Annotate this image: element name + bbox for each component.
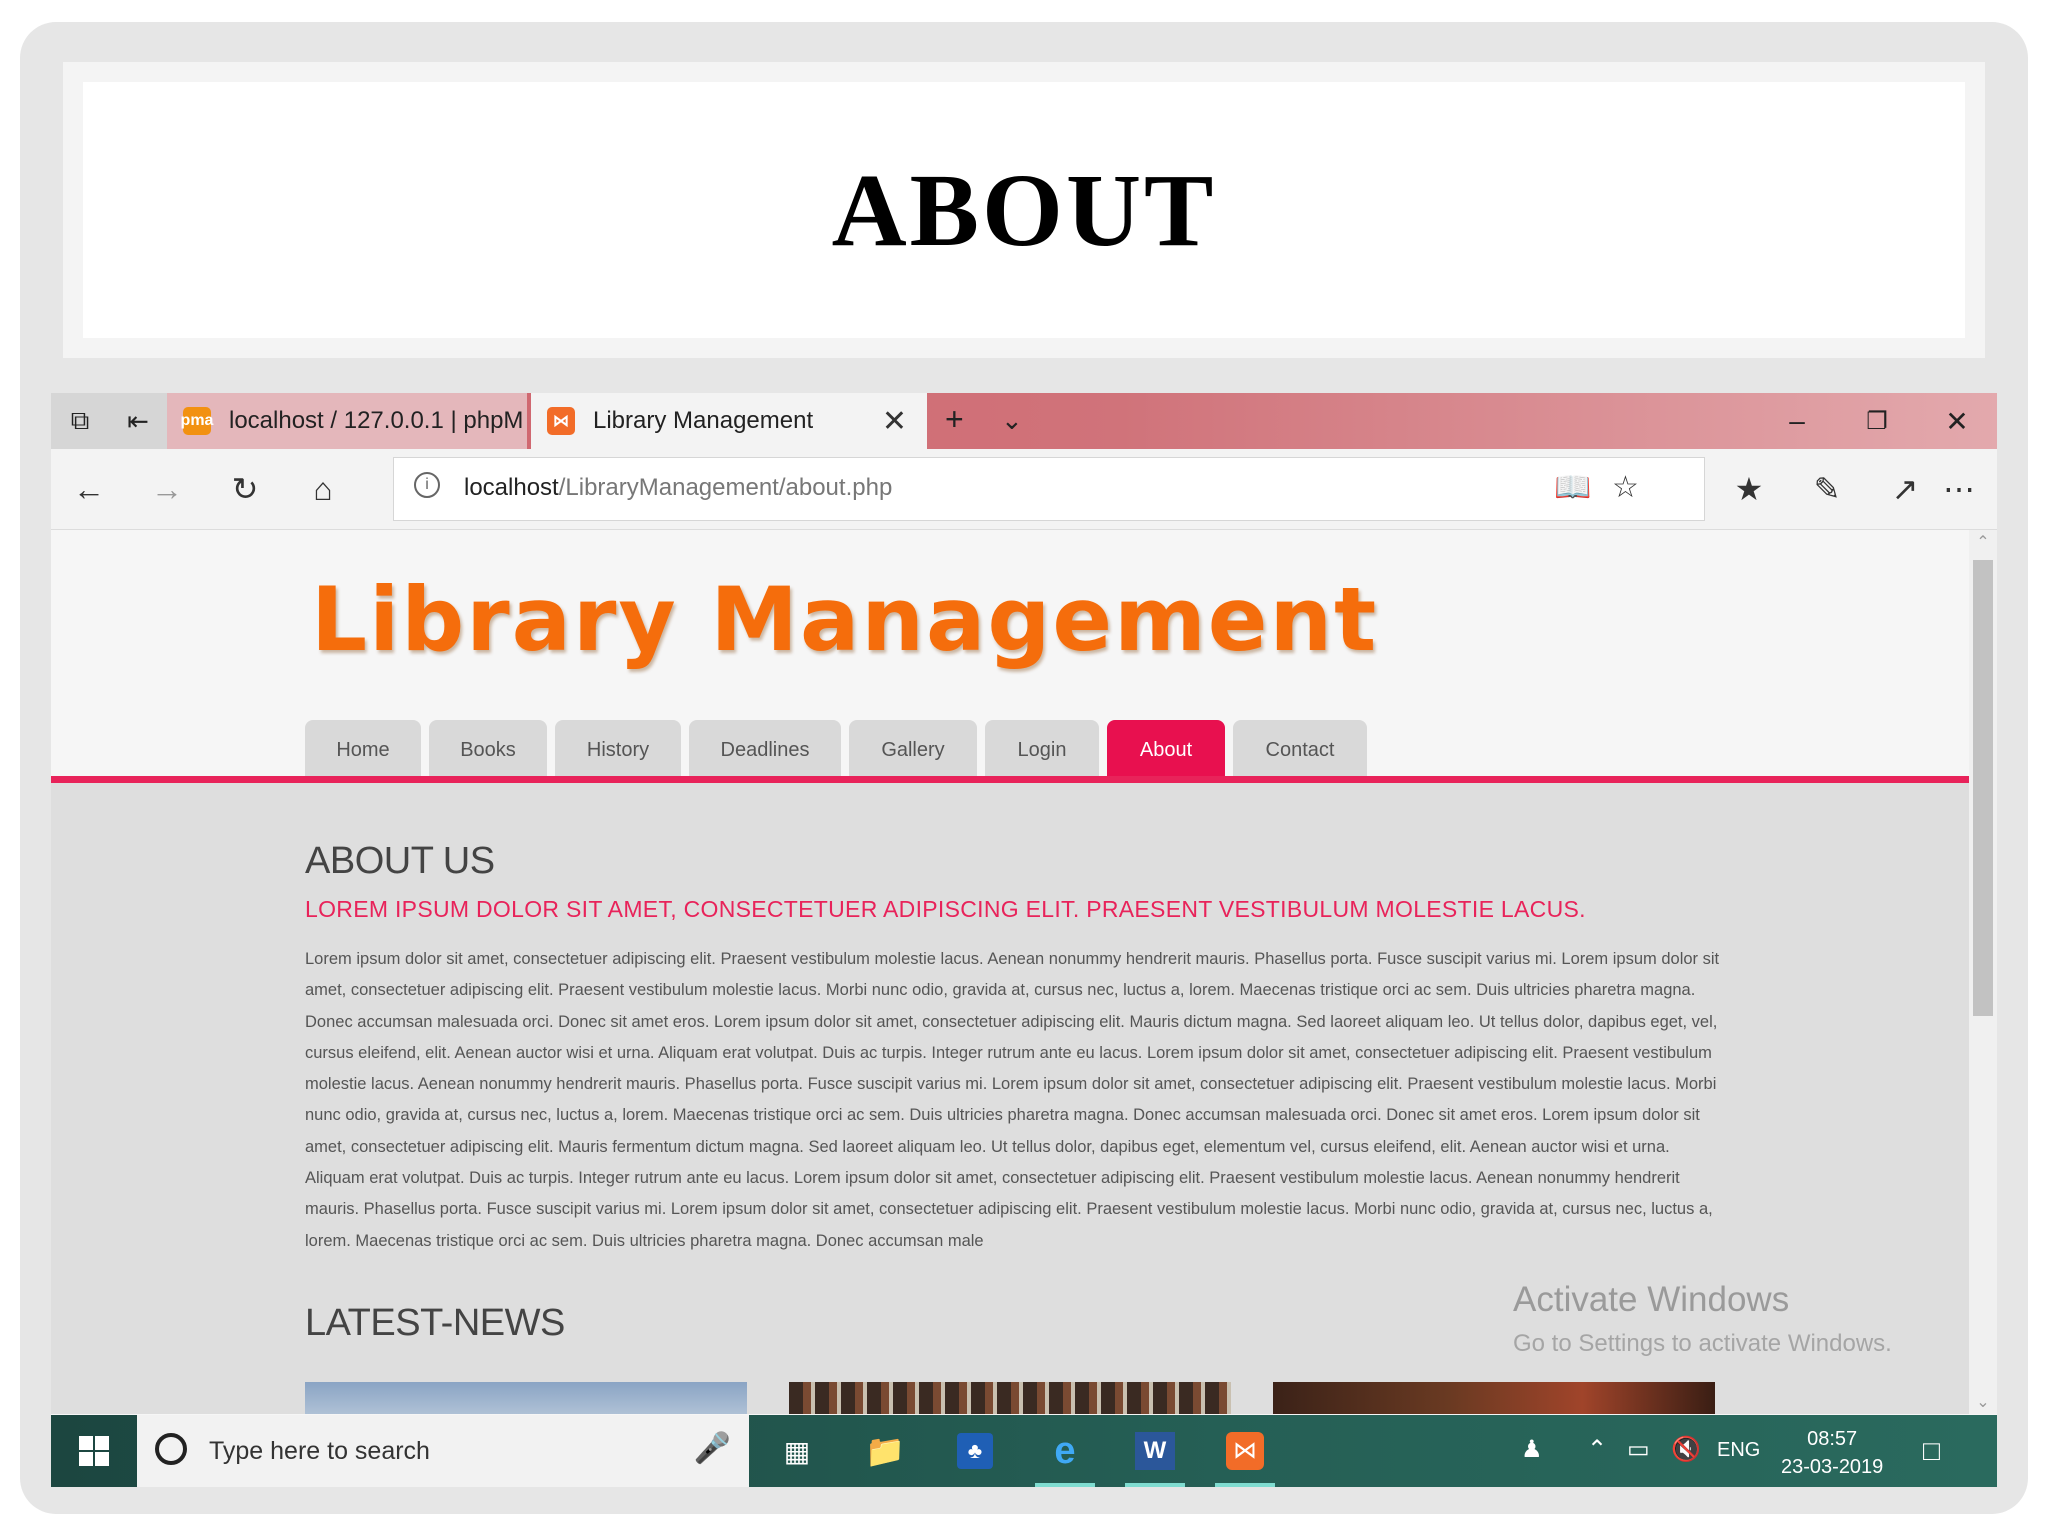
edge-icon[interactable]: e xyxy=(1035,1425,1095,1487)
slide-title-inner: ABOUT xyxy=(83,82,1965,338)
menu-item-deadlines[interactable]: Deadlines xyxy=(689,720,841,780)
address-host: localhost xyxy=(464,474,559,501)
word-icon[interactable]: W xyxy=(1125,1425,1185,1487)
xampp-glyph: ⋈ xyxy=(1226,1432,1264,1470)
scroll-down-icon[interactable]: ⌄ xyxy=(1969,1392,1997,1412)
slide-title: ABOUT xyxy=(831,152,1217,268)
microphone-icon[interactable]: 🎤 xyxy=(694,1431,731,1466)
volume-muted-icon[interactable]: 🔇 xyxy=(1671,1435,1701,1464)
xampp-taskbar-icon[interactable]: ⋈ xyxy=(1215,1425,1275,1487)
tab-library-management[interactable]: ⋈ Library Management ✕ xyxy=(531,393,927,449)
latest-news-heading: LATEST-NEWS xyxy=(305,1302,565,1344)
battery-icon[interactable]: ▭ xyxy=(1627,1435,1650,1464)
menu-item-books[interactable]: Books xyxy=(429,720,547,780)
set-aside-tabs-icon[interactable]: ⇤ xyxy=(109,393,167,449)
people-icon[interactable]: ♟ xyxy=(1521,1435,1543,1464)
scroll-up-icon[interactable]: ⌃ xyxy=(1969,532,1997,552)
clock-time: 08:57 xyxy=(1807,1428,1858,1450)
tab-label: Library Management xyxy=(593,407,814,434)
search-placeholder: Type here to search xyxy=(209,1437,430,1465)
refresh-icon[interactable]: ↻ xyxy=(219,463,271,515)
clock-date: 23-03-2019 xyxy=(1781,1456,1884,1478)
about-subheading: LOREM IPSUM DOLOR SIT AMET, CONSECTETUER… xyxy=(305,896,1586,922)
file-explorer-icon[interactable]: 📁 xyxy=(855,1425,915,1477)
clock[interactable]: 08:57 23-03-2019 xyxy=(1781,1425,1883,1481)
show-hidden-icons[interactable]: ⌃ xyxy=(1587,1435,1607,1464)
cortana-icon xyxy=(155,1433,187,1465)
address-text[interactable]: localhost/LibraryManagement/about.php xyxy=(464,474,892,502)
new-tab-icon[interactable]: + xyxy=(945,401,964,438)
news-image-library[interactable] xyxy=(789,1382,1231,1414)
phpmyadmin-icon: pma xyxy=(181,407,213,435)
language-indicator[interactable]: ENG xyxy=(1717,1439,1760,1462)
menu-item-login[interactable]: Login xyxy=(985,720,1099,780)
tab-label: localhost / 127.0.0.1 | phpM xyxy=(229,407,524,434)
more-options-icon[interactable]: ⋯ xyxy=(1933,463,1985,515)
favorite-star-icon[interactable]: ☆ xyxy=(1612,470,1639,505)
close-window-icon[interactable]: ✕ xyxy=(1917,393,1997,449)
chevron-down-icon[interactable]: ⌄ xyxy=(1001,405,1023,436)
scroll-thumb[interactable] xyxy=(1973,560,1993,1016)
home-icon[interactable]: ⌂ xyxy=(297,463,349,515)
menu-item-contact[interactable]: Contact xyxy=(1233,720,1367,780)
minimize-icon[interactable]: – xyxy=(1757,393,1837,449)
browser-window: ⧉ ⇤ pma localhost / 127.0.0.1 | phpM ⋈ L… xyxy=(51,393,1997,1487)
menu-item-gallery[interactable]: Gallery xyxy=(849,720,977,780)
pen-icon[interactable]: ✎ xyxy=(1801,463,1853,515)
start-button[interactable] xyxy=(51,1415,137,1487)
about-heading: ABOUT US xyxy=(305,840,495,882)
menu-item-home[interactable]: Home xyxy=(305,720,421,780)
tab-preview-icon[interactable]: ⧉ xyxy=(51,393,109,449)
store-app-icon[interactable]: ♣ xyxy=(945,1425,1005,1477)
taskbar-search[interactable]: Type here to search 🎤 xyxy=(137,1415,749,1487)
windows-logo-icon xyxy=(79,1436,109,1466)
restore-icon[interactable]: ❐ xyxy=(1837,393,1917,449)
activate-windows-title: Activate Windows xyxy=(1513,1280,1790,1319)
slide-title-box: ABOUT xyxy=(63,62,1985,358)
word-glyph: W xyxy=(1135,1432,1175,1470)
share-icon[interactable]: ↗ xyxy=(1879,463,1931,515)
news-image-sky[interactable] xyxy=(305,1382,747,1414)
menu-item-history[interactable]: History xyxy=(555,720,681,780)
xampp-icon: ⋈ xyxy=(547,407,575,435)
reading-view-icon[interactable]: 📖 xyxy=(1554,470,1591,505)
site-title: Library Management xyxy=(311,568,1379,671)
edge-glyph: e xyxy=(1054,1429,1076,1472)
menu-underline xyxy=(51,776,1969,783)
task-view-icon[interactable]: ▦ xyxy=(767,1425,827,1477)
windows-taskbar: Type here to search 🎤 ▦ 📁 ♣ e W ⋈ ♟ ⌃ ▭ … xyxy=(51,1415,1997,1487)
action-center-icon[interactable]: □ xyxy=(1923,1435,1940,1467)
about-body-text: Lorem ipsum dolor sit amet, consectetuer… xyxy=(305,950,1720,1250)
page-scrollbar[interactable]: ⌃ ⌄ xyxy=(1969,530,1997,1414)
info-icon[interactable]: i xyxy=(414,472,440,498)
address-path: /LibraryManagement/about.php xyxy=(558,474,893,501)
page-viewport: Library Management Home Books History De… xyxy=(51,530,1969,1414)
store-app-glyph: ♣ xyxy=(957,1433,993,1469)
tab-bar: ⧉ ⇤ pma localhost / 127.0.0.1 | phpM ⋈ L… xyxy=(51,393,1997,449)
forward-arrow-icon[interactable]: → xyxy=(141,463,193,515)
favorites-list-icon[interactable]: ★ xyxy=(1723,463,1775,515)
news-image-books[interactable] xyxy=(1273,1382,1715,1414)
tab-phpmyadmin[interactable]: pma localhost / 127.0.0.1 | phpM xyxy=(167,393,527,449)
address-bar[interactable]: i localhost/LibraryManagement/about.php … xyxy=(393,457,1705,521)
back-arrow-icon[interactable]: ← xyxy=(63,463,115,515)
navigation-bar: ← → ↻ ⌂ i localhost/LibraryManagement/ab… xyxy=(51,449,1997,530)
activate-windows-subtitle: Go to Settings to activate Windows. xyxy=(1513,1330,1892,1357)
close-tab-icon[interactable]: ✕ xyxy=(882,404,907,439)
menu-item-about[interactable]: About xyxy=(1107,720,1225,780)
